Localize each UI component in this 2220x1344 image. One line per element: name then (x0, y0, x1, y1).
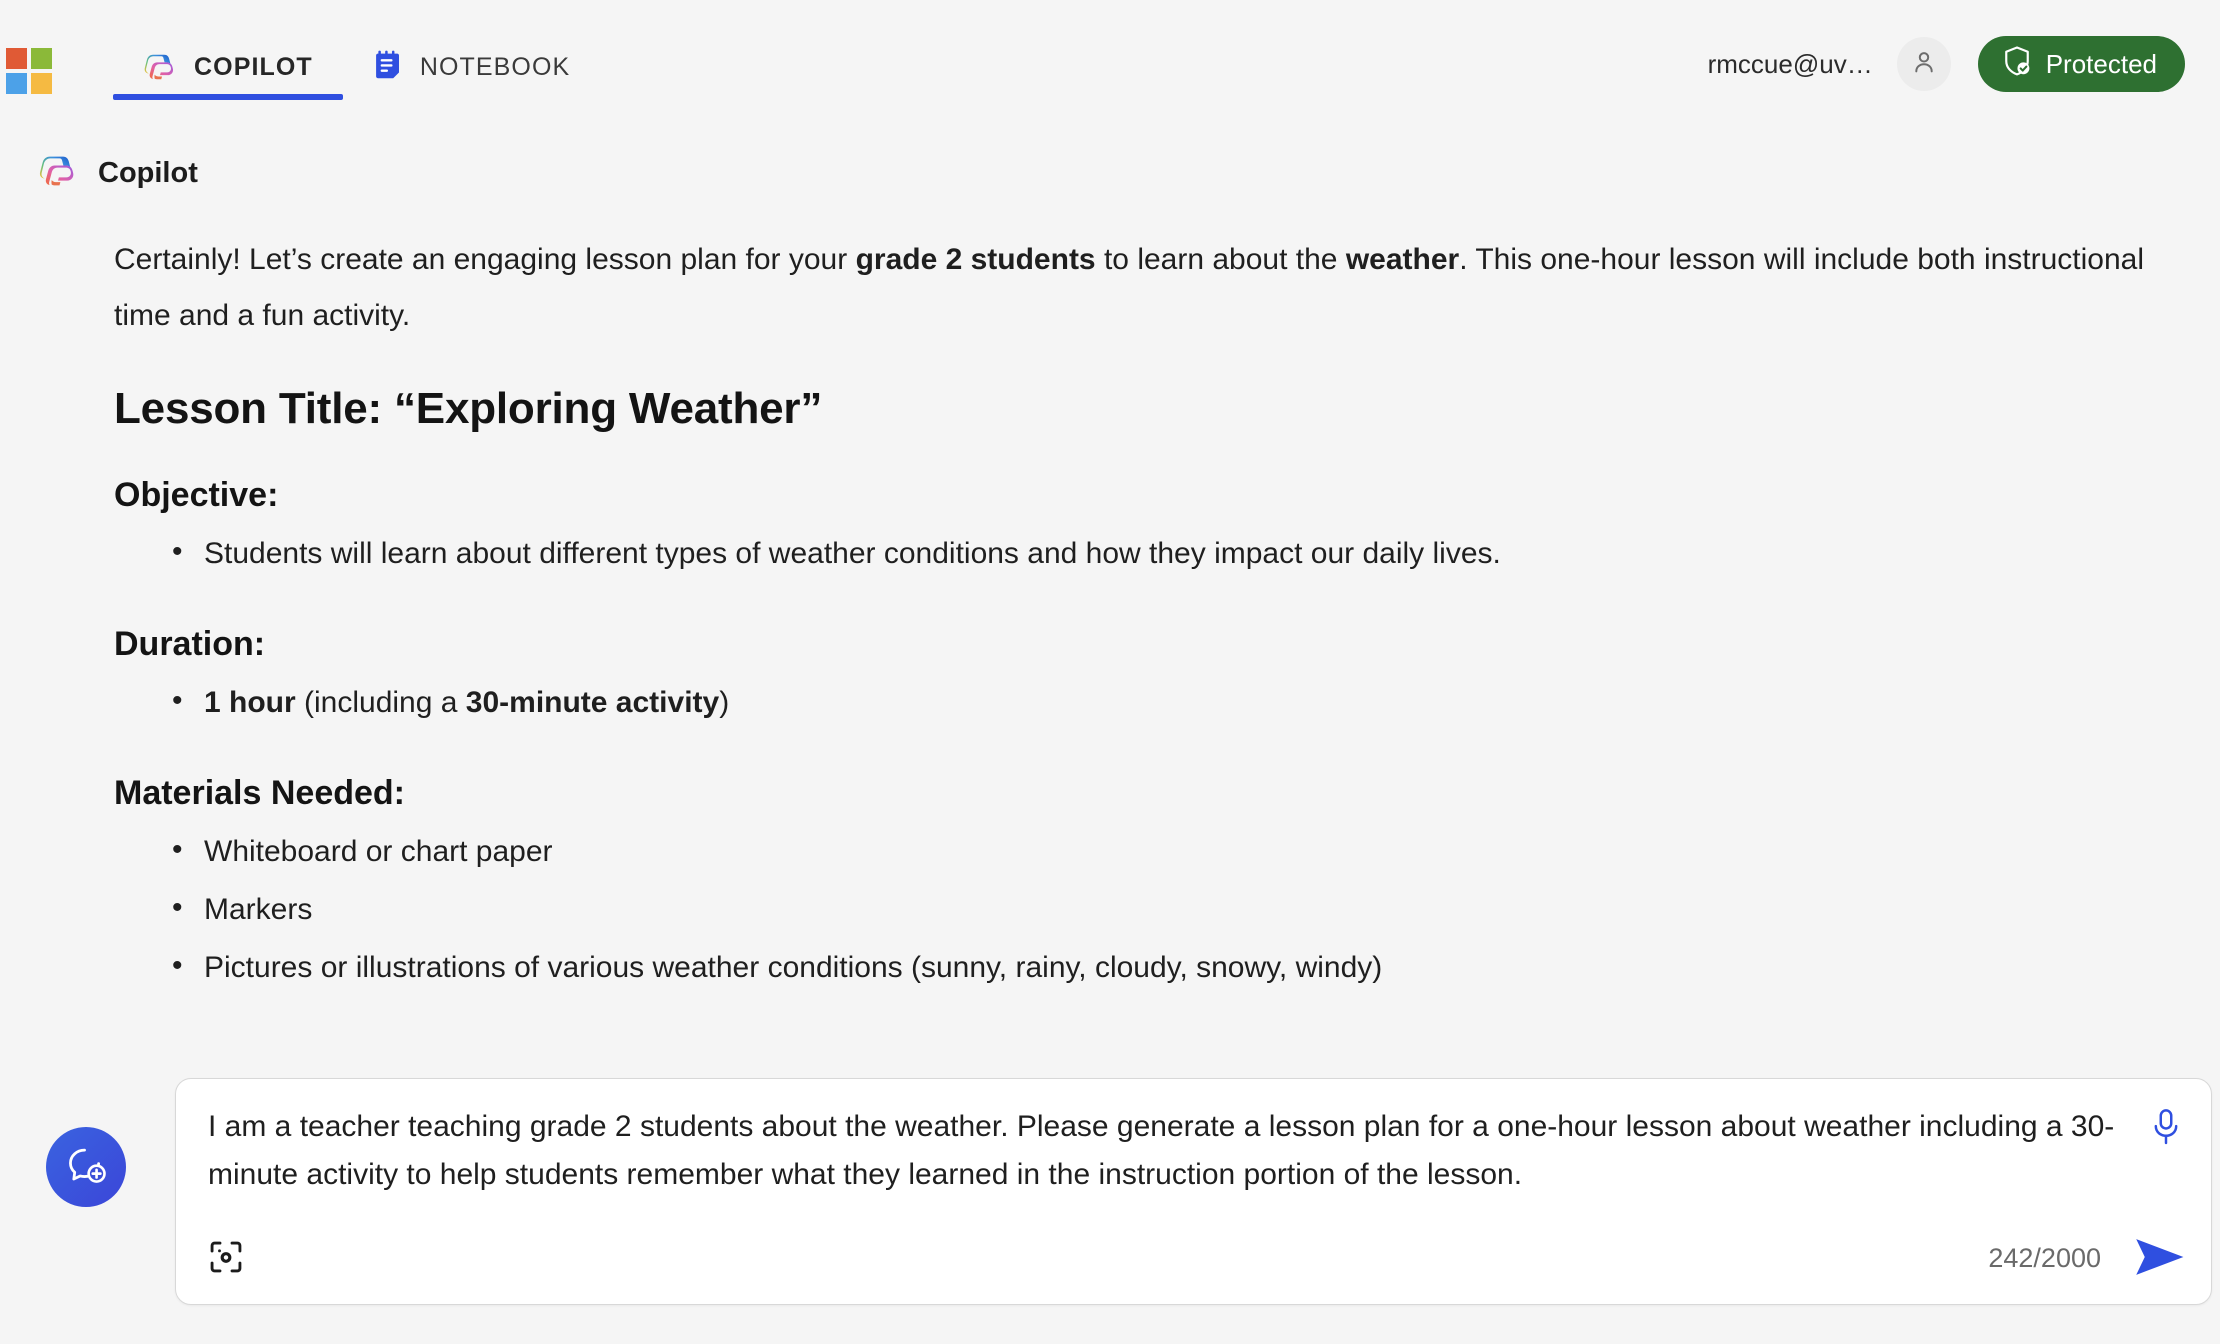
section-heading-materials: Materials Needed: (114, 774, 405, 812)
lesson-title: Lesson Title: “Exploring Weather” (114, 384, 823, 433)
section-heading-objective: Objective: (114, 476, 279, 514)
list-item-text: Whiteboard or chart paper (204, 835, 553, 868)
list-item: Whiteboard or chart paper (168, 823, 2160, 881)
tab-notebook[interactable]: NOTEBOOK (343, 28, 601, 100)
intro-text-1: Certainly! Let’s create an engaging less… (114, 243, 856, 276)
tab-copilot-label: COPILOT (194, 52, 313, 81)
protected-button[interactable]: Protected (1977, 36, 2185, 92)
list-item-text: Markers (204, 893, 313, 926)
section-heading-duration: Duration: (114, 625, 266, 663)
duration-mid: (including a (295, 686, 466, 719)
scan-camera-icon (207, 1241, 245, 1279)
send-icon (2134, 1239, 2186, 1281)
intro-paragraph: Certainly! Let’s create an engaging less… (114, 232, 2149, 344)
notebook-icon (373, 50, 403, 84)
tab-active-underline (113, 94, 343, 100)
character-count: 242/2000 (1988, 1243, 2101, 1273)
copilot-icon (143, 50, 177, 84)
list-item-text: Pictures or illustrations of various wea… (204, 951, 1383, 984)
list-item-text: Students will learn about different type… (204, 537, 1501, 570)
assistant-header: Copilot (38, 151, 2160, 196)
avatar[interactable] (1896, 37, 1951, 91)
scan-camera-button[interactable] (206, 1238, 246, 1278)
person-icon (1910, 48, 1938, 81)
list-item: Pictures or illustrations of various wea… (168, 939, 2160, 997)
materials-list: Whiteboard or chart paper Markers Pictur… (168, 823, 2160, 997)
microsoft-logo-square-red (6, 48, 27, 69)
protected-button-label: Protected (2045, 48, 2157, 79)
list-item: 1 hour (including a 30-minute activity) (168, 674, 2160, 732)
account-area: rmccue@uv… Protected (1708, 36, 2220, 92)
send-button[interactable] (2133, 1236, 2187, 1280)
list-item: Markers (168, 881, 2160, 939)
composer-box[interactable]: I am a teacher teaching grade 2 students… (175, 1078, 2212, 1305)
new-chat-button[interactable] (46, 1127, 126, 1207)
assistant-name: Copilot (98, 157, 198, 189)
conversation-panel: Copilot Certainly! Let’s create an engag… (0, 123, 2220, 1083)
composer-row: I am a teacher teaching grade 2 students… (0, 1078, 2220, 1310)
duration-bold-lead: 1 hour (204, 686, 296, 719)
microsoft-logo-square-green (31, 48, 52, 69)
duration-bold-tail: 30-minute activity (465, 686, 720, 719)
microsoft-logo-square-yellow (31, 73, 52, 94)
microphone-icon (2150, 1108, 2182, 1149)
intro-bold-2: weather (1345, 243, 1460, 276)
new-chat-icon (64, 1144, 108, 1191)
top-bar: COPILOT NOTEBOOK rmccue@uv… Protected (0, 0, 2220, 123)
account-email: rmccue@uv… (1707, 48, 1873, 79)
microsoft-logo-square-blue (6, 73, 27, 94)
microphone-button[interactable] (2143, 1103, 2189, 1153)
duration-tail: ) (719, 686, 730, 719)
list-item: Students will learn about different type… (168, 525, 2160, 583)
tab-copilot[interactable]: COPILOT (113, 28, 343, 100)
prompt-input[interactable]: I am a teacher teaching grade 2 students… (208, 1103, 2115, 1199)
duration-list: 1 hour (including a 30-minute activity) (168, 674, 2160, 732)
copilot-icon (38, 151, 78, 196)
tab-notebook-label: NOTEBOOK (419, 52, 571, 81)
objective-list: Students will learn about different type… (168, 525, 2160, 583)
tab-bar: COPILOT NOTEBOOK (113, 28, 600, 100)
microsoft-logo (6, 48, 52, 94)
shield-check-icon (2002, 45, 2032, 84)
intro-text-2: to learn about the (1095, 243, 1346, 276)
assistant-message: Certainly! Let’s create an engaging less… (38, 232, 2160, 997)
intro-bold-1: grade 2 students (855, 243, 1096, 276)
